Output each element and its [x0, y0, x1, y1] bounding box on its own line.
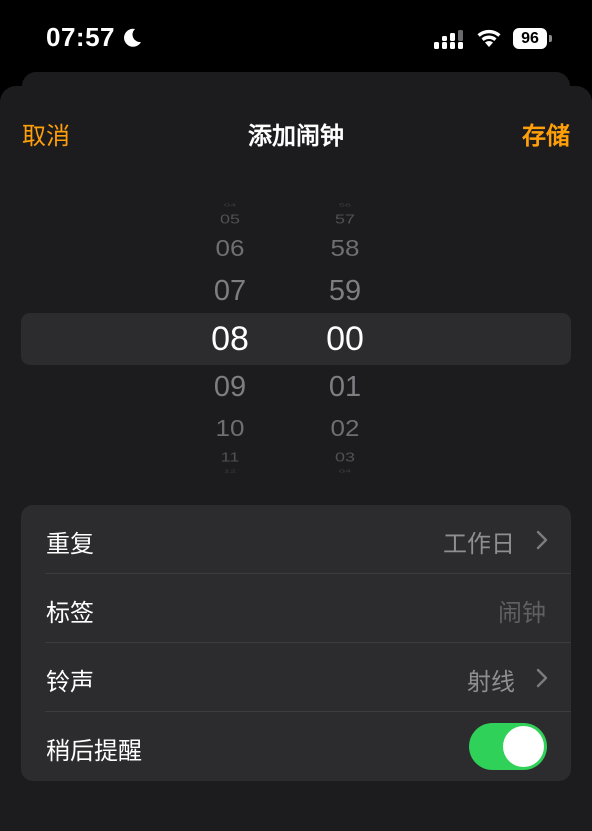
toggle-knob [503, 726, 544, 767]
hour-option[interactable]: 06 [190, 235, 270, 263]
add-alarm-screen: 07:57 96 取消 添加闹钟 存储 04 05 06 07 08 09 10 11 12 [0, 0, 592, 831]
minute-option[interactable]: 04 [305, 469, 385, 475]
battery-level: 96 [513, 28, 547, 49]
repeat-label: 重复 [46, 530, 94, 558]
selected-hour[interactable]: 08 [190, 319, 270, 360]
cellular-signal-icon [434, 30, 463, 49]
save-button[interactable]: 存储 [522, 116, 570, 151]
minute-option[interactable]: 02 [305, 415, 385, 443]
minute-option[interactable]: 01 [305, 370, 385, 405]
alarm-settings-group: 重复 工作日 标签 闹钟 铃声 射线 稍后提醒 [21, 505, 571, 781]
hour-option[interactable]: 07 [190, 274, 270, 309]
picker-selection-highlight [21, 313, 571, 365]
selected-minute[interactable]: 00 [305, 319, 385, 360]
hour-option[interactable]: 09 [190, 370, 270, 405]
battery-tip [549, 35, 552, 42]
sound-value: 射线 [467, 668, 515, 696]
label-input[interactable]: 闹钟 [498, 593, 546, 628]
hour-option[interactable]: 11 [190, 450, 270, 465]
minute-option[interactable]: 59 [305, 274, 385, 309]
moon-icon [124, 28, 141, 47]
hour-option[interactable]: 10 [190, 415, 270, 443]
status-bar: 07:57 96 [0, 0, 592, 70]
wifi-icon [477, 29, 501, 47]
status-time: 07:57 [46, 22, 115, 52]
hour-option[interactable]: 04 [190, 203, 270, 209]
minute-option[interactable]: 58 [305, 235, 385, 263]
snooze-toggle[interactable] [469, 723, 547, 770]
minute-option[interactable]: 57 [305, 212, 385, 227]
chevron-right-icon [536, 668, 548, 688]
hour-option[interactable]: 05 [190, 212, 270, 227]
hour-option[interactable]: 12 [190, 469, 270, 475]
minute-option[interactable]: 56 [305, 203, 385, 209]
label-label: 标签 [46, 599, 94, 627]
minute-option[interactable]: 03 [305, 450, 385, 465]
battery-icon: 96 [513, 28, 552, 49]
repeat-row[interactable]: 重复 工作日 [21, 505, 571, 574]
sound-row[interactable]: 铃声 射线 [21, 643, 571, 712]
snooze-label: 稍后提醒 [46, 737, 142, 765]
label-row[interactable]: 标签 闹钟 [21, 574, 571, 643]
page-title: 添加闹钟 [248, 122, 344, 150]
chevron-right-icon [536, 530, 548, 550]
repeat-value: 工作日 [443, 530, 515, 558]
snooze-row: 稍后提醒 [21, 712, 571, 781]
sound-label: 铃声 [46, 668, 94, 696]
